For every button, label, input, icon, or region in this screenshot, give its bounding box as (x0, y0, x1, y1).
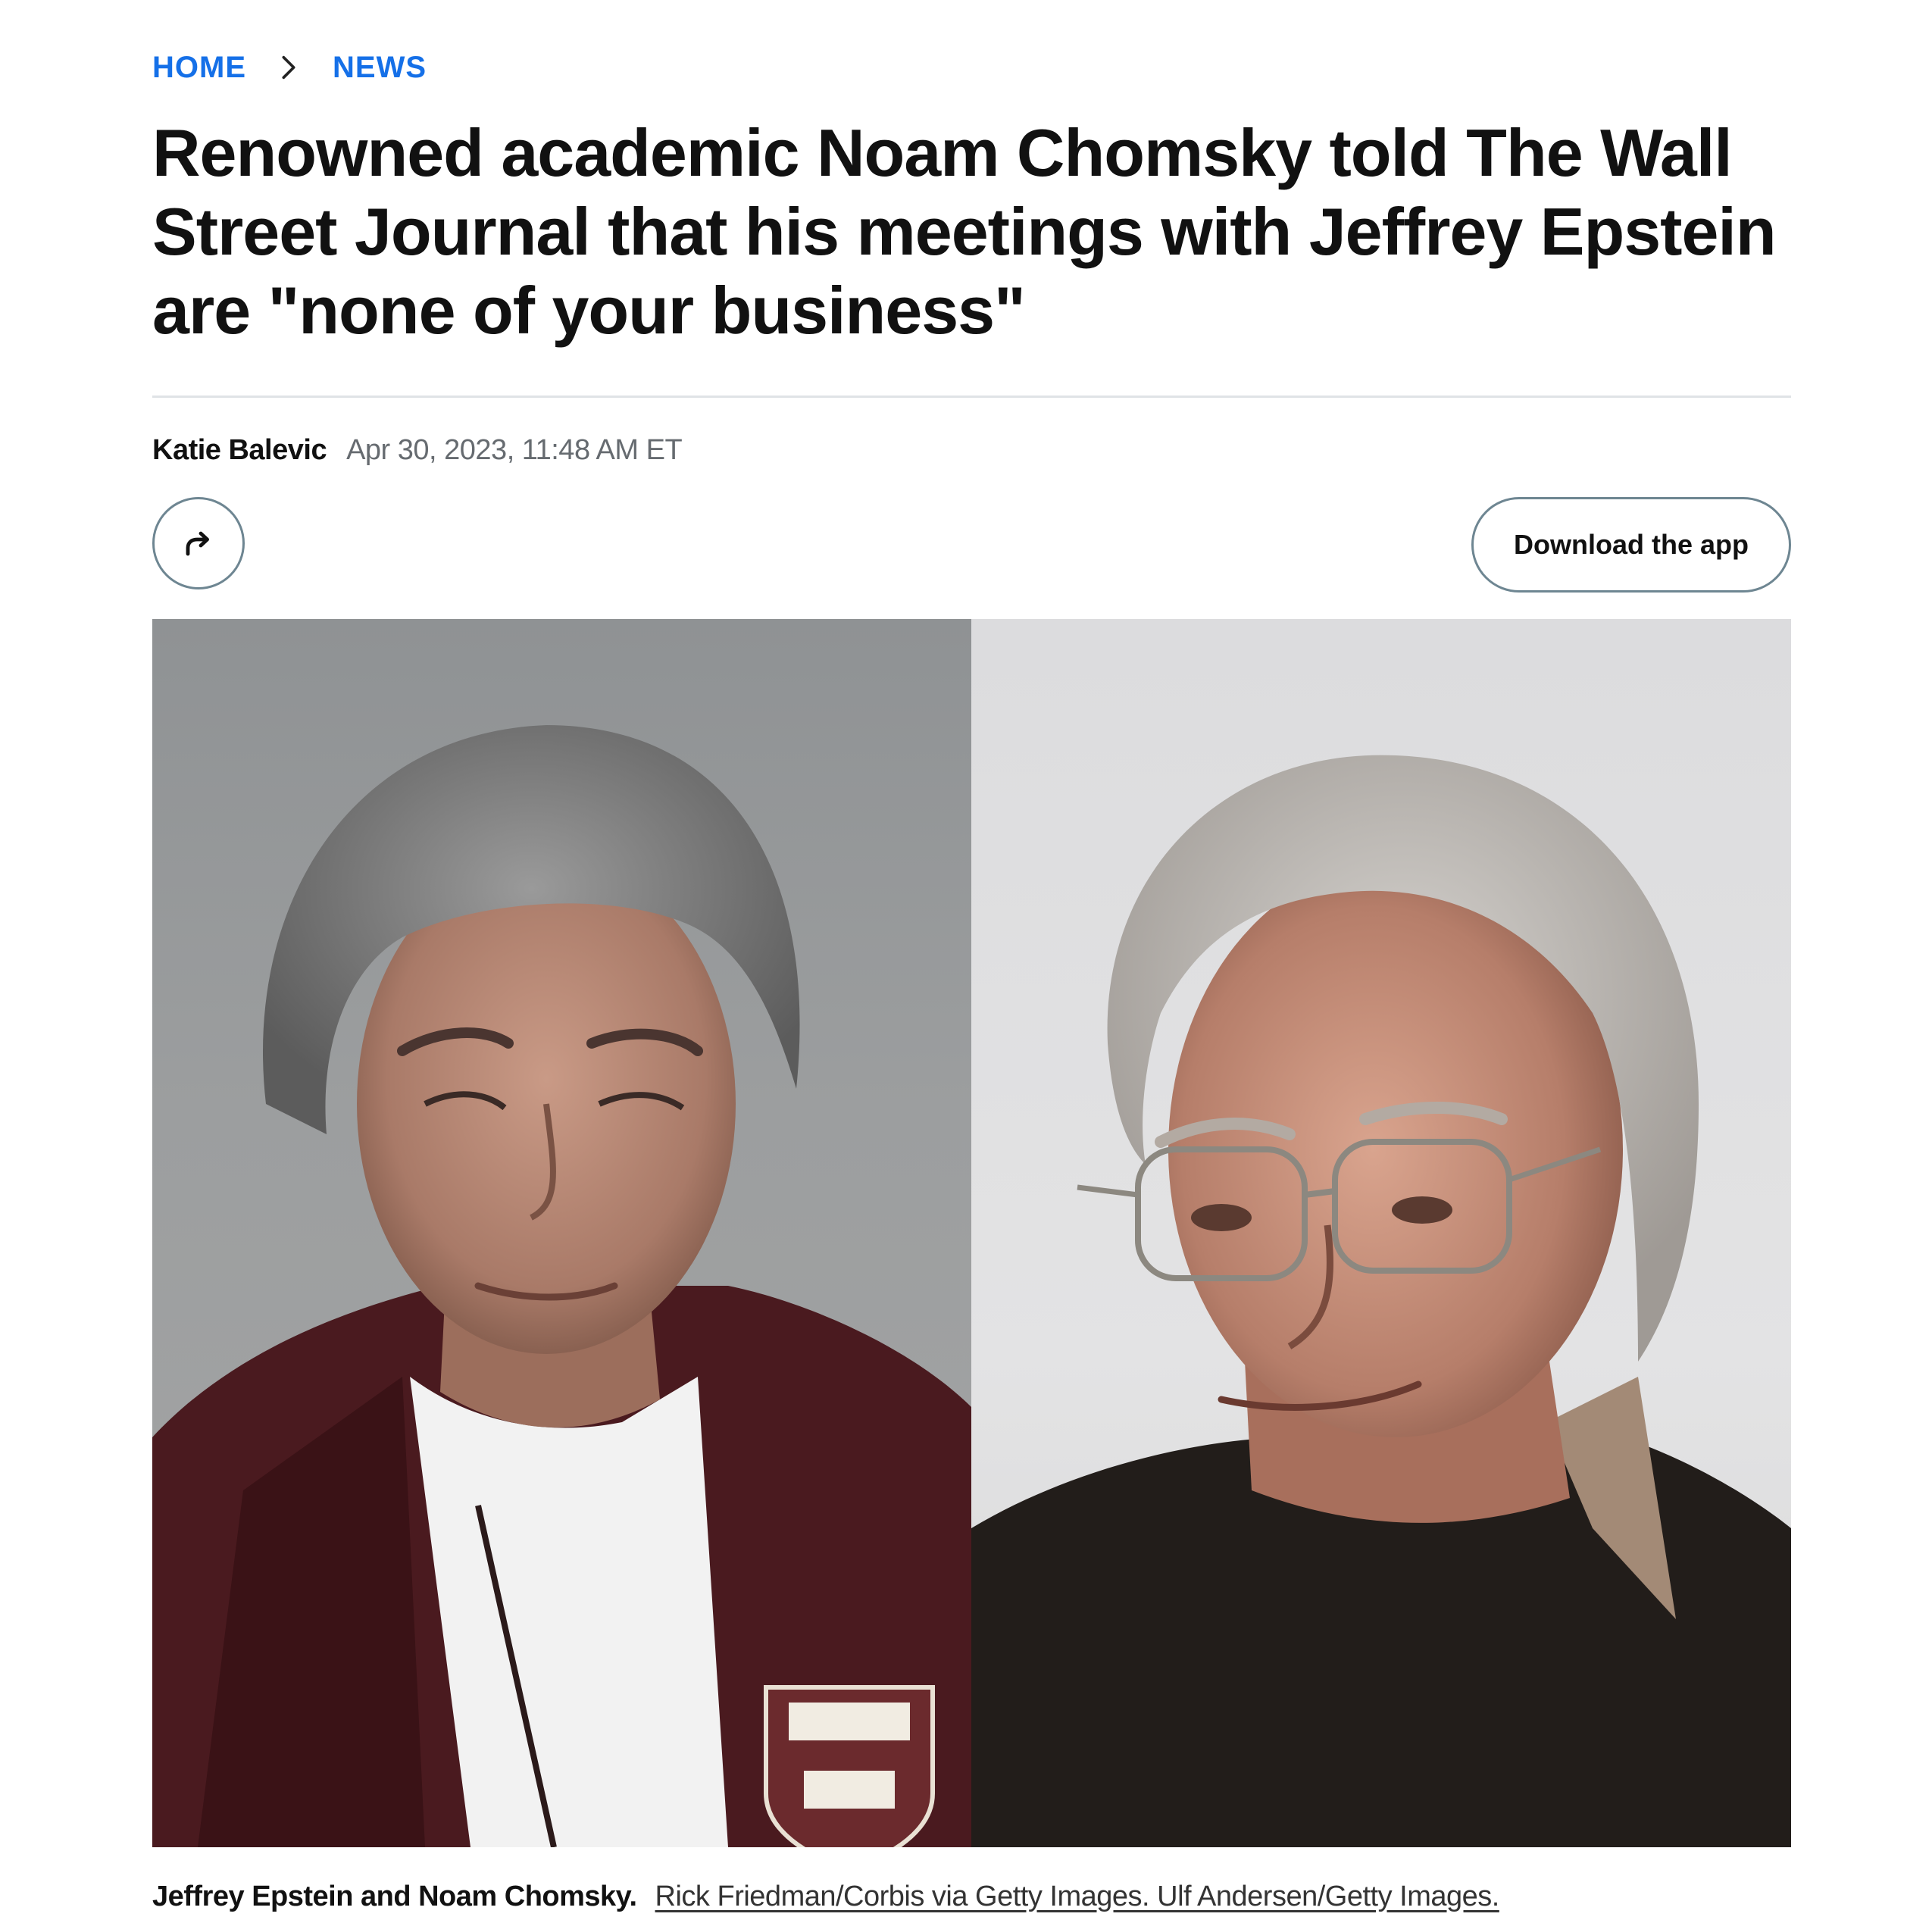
share-arrow-icon (186, 531, 209, 556)
article-headline: Renowned academic Noam Chomsky told The … (152, 115, 1777, 348)
photo-credit-link[interactable]: Rick Friedman/Corbis via Getty Images. U… (655, 1881, 1500, 1913)
header-divider (152, 396, 1791, 398)
byline: Katie Balevic Apr 30, 2023, 11:48 AM ET (152, 432, 683, 468)
download-app-button[interactable]: Download the app (1471, 497, 1791, 593)
image-caption: Jeffrey Epstein and Noam Chomsky. Rick F… (152, 1876, 1499, 1917)
publish-timestamp: Apr 30, 2023, 11:48 AM ET (346, 433, 683, 466)
breadcrumb: HOME NEWS (152, 48, 427, 86)
portrait-left-illustration (152, 725, 971, 1847)
portrait-photo-right (971, 619, 1791, 1847)
hero-image (152, 619, 1791, 1847)
share-button[interactable] (152, 497, 245, 589)
breadcrumb-news-link[interactable]: NEWS (333, 51, 427, 85)
breadcrumb-home-link[interactable]: HOME (152, 51, 246, 85)
portrait-photo-left (152, 619, 971, 1847)
author-name[interactable]: Katie Balevic (152, 434, 327, 467)
chevron-right-icon (282, 55, 295, 80)
portrait-right-illustration (971, 755, 1791, 1847)
caption-text: Jeffrey Epstein and Noam Chomsky. (152, 1880, 637, 1912)
